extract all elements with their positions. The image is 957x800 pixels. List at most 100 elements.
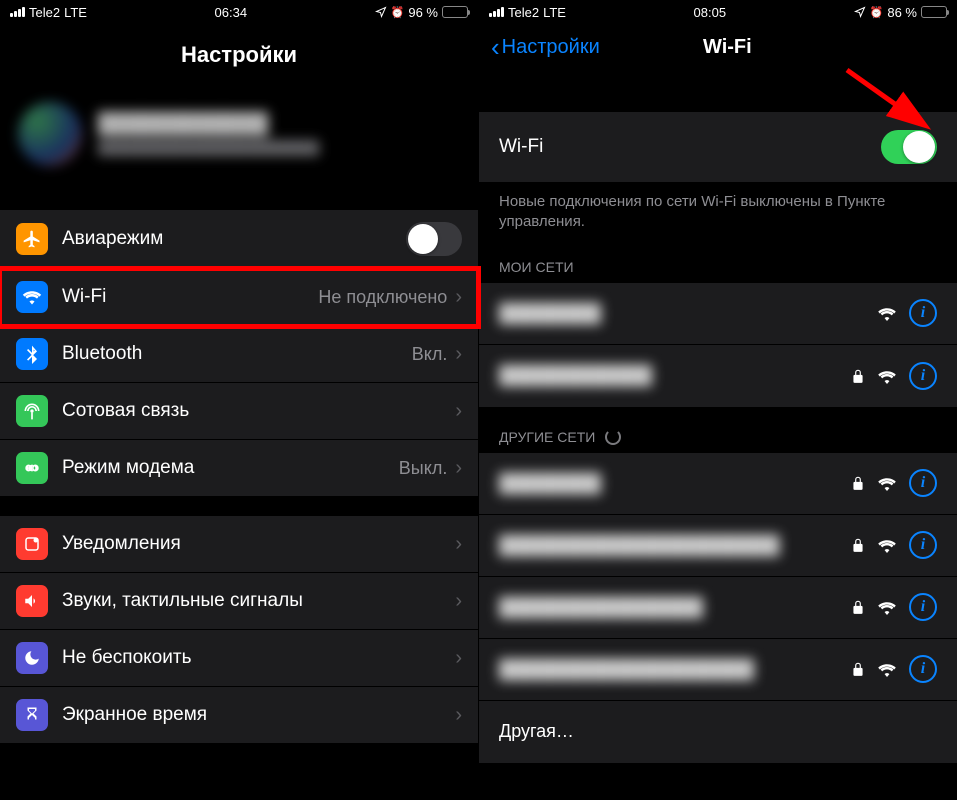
profile-row[interactable]: ████████████ ████████████████████████ [0, 84, 478, 190]
bluetooth-icon [16, 338, 48, 370]
wifi-row[interactable]: Wi-Fi Не подключено › [0, 269, 478, 326]
signal-icon [10, 7, 25, 17]
wifi-icon [16, 281, 48, 313]
hotspot-value: Выкл. [399, 458, 448, 479]
hotspot-row[interactable]: Режим модема Выкл. › [0, 440, 478, 496]
lock-icon [851, 537, 865, 553]
location-icon [854, 6, 866, 18]
my-networks-header: МОИ СЕТИ [479, 237, 957, 283]
wifi-signal-icon [877, 599, 897, 615]
alarm-icon: ⏰ [870, 6, 884, 19]
sounds-label: Звуки, тактильные сигналы [62, 590, 455, 612]
other-networks-header: ДРУГИЕ СЕТИ [479, 407, 957, 453]
sounds-row[interactable]: Звуки, тактильные сигналы › [0, 573, 478, 630]
cellular-label: Сотовая связь [62, 400, 455, 422]
chevron-right-icon: › [455, 400, 462, 423]
airplane-mode-row[interactable]: Авиарежим [0, 210, 478, 269]
status-bar: Tele2 LTE 08:05 ⏰ 86 % [479, 0, 957, 24]
info-icon[interactable]: i [909, 593, 937, 621]
info-icon[interactable]: i [909, 362, 937, 390]
info-icon[interactable]: i [909, 655, 937, 683]
hotspot-icon [16, 452, 48, 484]
wifi-label: Wi-Fi [62, 286, 318, 308]
cellular-row[interactable]: Сотовая связь › [0, 383, 478, 440]
screentime-label: Экранное время [62, 704, 455, 726]
bluetooth-value: Вкл. [412, 344, 448, 365]
network-name: ████████ [499, 303, 877, 324]
network-name: ████████ [499, 473, 851, 494]
location-icon [375, 6, 387, 18]
profile-name: ████████████ [98, 113, 319, 136]
dnd-row[interactable]: Не беспокоить › [0, 630, 478, 687]
cellular-icon [16, 395, 48, 427]
chevron-right-icon: › [455, 647, 462, 670]
chevron-right-icon: › [455, 286, 462, 309]
network-row[interactable]: ██████████████████████ i [479, 515, 957, 577]
nav-bar: ‹ Настройки Wi-Fi [479, 24, 957, 72]
other-networks-list: ████████ i ██████████████████████ i ████… [479, 453, 957, 763]
page-title: Настройки [0, 24, 478, 84]
carrier-label: Tele2 [29, 5, 60, 20]
network-name: ████████████████████ [499, 659, 851, 680]
clock: 08:05 [694, 5, 727, 20]
battery-pct: 86 % [887, 5, 917, 20]
wifi-master-row: Wi-Fi [479, 112, 957, 182]
avatar [18, 102, 82, 166]
chevron-right-icon: › [455, 343, 462, 366]
network-name: ██████████████████████ [499, 535, 851, 556]
chevron-right-icon: › [455, 457, 462, 480]
info-icon[interactable]: i [909, 469, 937, 497]
wifi-settings-screen: Tele2 LTE 08:05 ⏰ 86 % ‹ Настройки Wi-Fi… [479, 0, 957, 800]
bluetooth-label: Bluetooth [62, 343, 412, 365]
battery-pct: 96 % [408, 5, 438, 20]
network-row[interactable]: ████████ i [479, 453, 957, 515]
network-name: ████████████████ [499, 597, 851, 618]
wifi-footnote: Новые подключения по сети Wi-Fi выключен… [479, 182, 957, 237]
wifi-value: Не подключено [318, 287, 447, 308]
other-networks-label: ДРУГИЕ СЕТИ [499, 429, 595, 445]
settings-screen: Tele2 LTE 06:34 ⏰ 96 % Настройки ███████… [0, 0, 479, 800]
wifi-signal-icon [877, 475, 897, 491]
screentime-row[interactable]: Экранное время › [0, 687, 478, 743]
chevron-right-icon: › [455, 704, 462, 727]
network-type: LTE [64, 5, 87, 20]
notifications-label: Уведомления [62, 533, 455, 555]
hourglass-icon [16, 699, 48, 731]
profile-subtitle: ████████████████████████ [98, 140, 319, 155]
airplane-toggle[interactable] [406, 222, 462, 256]
clock: 06:34 [215, 5, 248, 20]
airplane-icon [16, 223, 48, 255]
lock-icon [851, 661, 865, 677]
bluetooth-row[interactable]: Bluetooth Вкл. › [0, 326, 478, 383]
sounds-icon [16, 585, 48, 617]
network-row[interactable]: ████████████ i [479, 345, 957, 407]
signal-icon [489, 7, 504, 17]
network-type: LTE [543, 5, 566, 20]
airplane-label: Авиарежим [62, 228, 406, 250]
wifi-master-toggle[interactable] [881, 130, 937, 164]
info-icon[interactable]: i [909, 531, 937, 559]
moon-icon [16, 642, 48, 674]
info-icon[interactable]: i [909, 299, 937, 327]
network-row[interactable]: ████████ i [479, 283, 957, 345]
lock-icon [851, 475, 865, 491]
connectivity-group: Авиарежим Wi-Fi Не подключено › Bluetoot… [0, 210, 478, 496]
alerts-group: Уведомления › Звуки, тактильные сигналы … [0, 516, 478, 743]
chevron-left-icon: ‹ [491, 34, 500, 60]
wifi-signal-icon [877, 537, 897, 553]
other-network-row[interactable]: Другая… [479, 701, 957, 763]
chevron-right-icon: › [455, 590, 462, 613]
notifications-row[interactable]: Уведомления › [0, 516, 478, 573]
page-title: Wi-Fi [510, 36, 945, 59]
my-networks-list: ████████ i ████████████ i [479, 283, 957, 407]
network-row[interactable]: ████████████████ i [479, 577, 957, 639]
carrier-label: Tele2 [508, 5, 539, 20]
wifi-signal-icon [877, 305, 897, 321]
battery-icon [921, 6, 947, 18]
battery-icon [442, 6, 468, 18]
wifi-signal-icon [877, 368, 897, 384]
lock-icon [851, 599, 865, 615]
network-row[interactable]: ████████████████████ i [479, 639, 957, 701]
wifi-master-label: Wi-Fi [499, 136, 543, 158]
chevron-right-icon: › [455, 533, 462, 556]
